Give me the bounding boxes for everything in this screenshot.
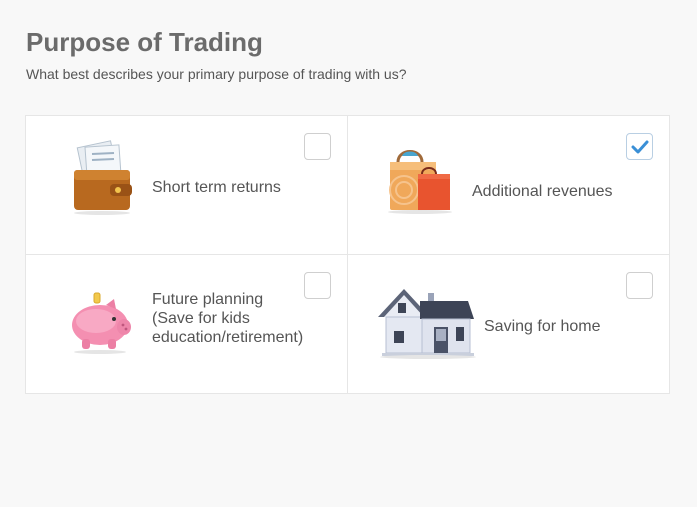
option-checkbox[interactable] xyxy=(304,133,331,160)
checkmark-icon xyxy=(631,140,648,153)
option-label: Saving for home xyxy=(484,318,601,335)
house-icon xyxy=(376,277,480,364)
option-saving-for-home[interactable]: Saving for home xyxy=(348,255,669,393)
option-future-planning[interactable]: Future planning (Save for kids education… xyxy=(26,255,348,393)
page-title: Purpose of Trading xyxy=(26,27,263,57)
option-label-line: education/retirement) xyxy=(152,329,304,346)
option-checkbox[interactable] xyxy=(304,272,331,299)
shopping-bags-icon xyxy=(384,146,456,221)
option-label: Short term returns xyxy=(152,179,281,196)
option-short-term-returns[interactable]: Short term returns xyxy=(26,116,348,255)
piggy-bank-icon xyxy=(68,291,134,360)
option-checkbox[interactable] xyxy=(626,272,653,299)
option-checkbox-checked[interactable] xyxy=(626,133,653,160)
option-label: Future planning (Save for kids education… xyxy=(152,290,303,347)
purpose-options-grid: Short term returns Additional revenues F… xyxy=(25,115,670,394)
option-additional-revenues[interactable]: Additional revenues xyxy=(348,116,669,255)
option-label-line: (Save for kids xyxy=(152,310,250,327)
option-label-line: Future planning xyxy=(152,291,264,308)
wallet-icon xyxy=(70,140,136,221)
page-subtitle: What best describes your primary purpose… xyxy=(26,66,407,82)
option-label: Additional revenues xyxy=(472,183,613,200)
